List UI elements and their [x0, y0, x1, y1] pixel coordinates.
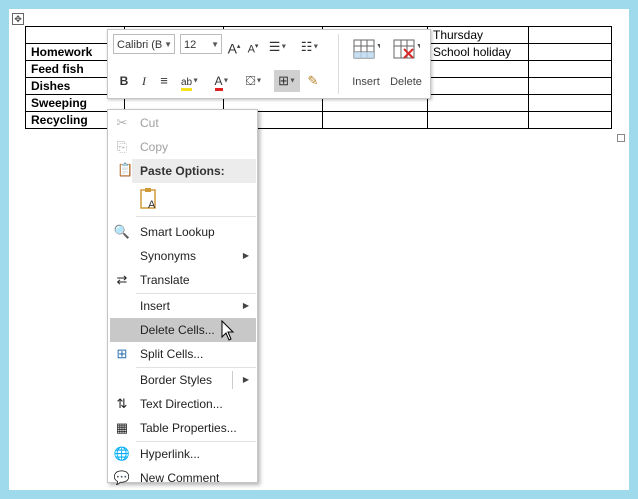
translate-icon: ⇄ [116, 272, 128, 287]
italic-icon[interactable]: I [136, 70, 152, 92]
menu-item-label: Split Cells... [140, 347, 204, 361]
svg-text:▼: ▼ [416, 43, 420, 50]
paste-options-header: Paste Options: [132, 159, 256, 183]
table-cell[interactable] [528, 111, 612, 129]
menu-item-border-styles[interactable]: Border Styles ▶ [108, 368, 257, 392]
menu-item-new-comment[interactable]: 💬 New Comment [108, 466, 257, 490]
bullets-icon[interactable]: ☰▼ [264, 36, 292, 58]
svg-text:▼: ▼ [376, 43, 380, 50]
menu-item-synonyms[interactable]: Synonyms ▶ [108, 244, 257, 268]
menu-item-label: Insert [140, 299, 171, 313]
menu-item-label: Paste Options: [140, 164, 225, 178]
submenu-arrow-icon: ▶ [242, 251, 249, 260]
menu-item-label: Copy [140, 140, 169, 154]
chevron-down-icon: ▼ [164, 40, 172, 49]
table-cell[interactable] [528, 43, 612, 61]
menu-item-insert[interactable]: Insert ▶ [108, 294, 257, 318]
copy-icon: ⎘ [116, 139, 128, 154]
menu-item-split-cells[interactable]: ⊞ Split Cells... [108, 342, 257, 366]
mouse-pointer-icon [221, 320, 235, 341]
menu-item-label: Table Properties... [140, 421, 237, 435]
menu-item-translate[interactable]: ⇄ Translate [108, 268, 257, 292]
shrink-font-icon[interactable]: A▾ [246, 36, 260, 58]
menu-item-label: Smart Lookup [140, 225, 215, 239]
toolbar-divider [338, 34, 339, 94]
mini-toolbar: Calibri (B ▼ 12 ▼ A▴ A▾ ☰▼ ☷▼ B I ≡ ab▼ … [107, 29, 431, 99]
clipboard-icon: 📋 [117, 162, 134, 177]
menu-item-label: Delete Cells... [140, 323, 215, 337]
menu-item-label: Hyperlink... [140, 447, 201, 461]
text-direction-icon: ⇅ [116, 396, 128, 411]
menu-item-label: New Comment [140, 471, 220, 485]
paste-keep-text-only-icon[interactable]: A [139, 187, 159, 211]
table-cell[interactable] [427, 111, 529, 129]
table-properties-icon: ▦ [115, 420, 129, 435]
table-cell[interactable] [528, 94, 612, 112]
menu-item-label: Synonyms [140, 249, 197, 263]
insert-table-icon: ▼ [353, 39, 383, 59]
menu-item-label: Translate [140, 273, 190, 287]
menu-item-smart-lookup[interactable]: 🔍 Smart Lookup [108, 220, 257, 244]
scissors-icon: ✂ [116, 115, 128, 130]
borders-icon[interactable]: ⊞▼ [274, 70, 300, 92]
table-cell[interactable] [427, 77, 529, 95]
bold-icon[interactable]: B [116, 70, 132, 92]
delete-button[interactable]: ▼ Delete [384, 36, 428, 94]
menu-item-copy[interactable]: ⎘ Copy [108, 135, 257, 159]
insert-button[interactable]: ▼ Insert [344, 36, 388, 94]
split-cells-icon: ⊞ [116, 346, 128, 361]
numbering-icon[interactable]: ☷▼ [296, 36, 324, 58]
font-size-value: 12 [184, 39, 197, 51]
highlight-color-icon[interactable]: ab▼ [176, 70, 204, 92]
insert-label: Insert [352, 76, 380, 88]
center-align-icon[interactable]: ≡ [156, 70, 172, 92]
table-cell[interactable] [322, 111, 428, 129]
font-color-icon[interactable]: A▼ [208, 70, 236, 92]
submenu-arrow-icon: ▶ [242, 375, 249, 384]
table-cell[interactable] [528, 26, 612, 44]
delete-label: Delete [390, 76, 422, 88]
menu-item-cut[interactable]: ✂ Cut [108, 111, 257, 135]
table-cell[interactable] [427, 60, 529, 78]
table-cell[interactable] [528, 77, 612, 95]
menu-item-label: Cut [140, 116, 159, 130]
hyperlink-icon: 🌐 [113, 446, 131, 461]
svg-text:A: A [148, 199, 156, 211]
grow-font-icon[interactable]: A▴ [226, 36, 242, 58]
table-move-handle-icon[interactable]: ✥ [12, 13, 24, 25]
table-cell[interactable] [528, 60, 612, 78]
table-cell[interactable]: School holiday [427, 43, 529, 61]
font-size-box[interactable]: 12 ▼ [180, 34, 222, 54]
delete-table-icon: ▼ [393, 39, 423, 59]
context-menu: ✂ Cut ⎘ Copy Paste Options: 📋 A 🔍 Smart … [107, 109, 258, 485]
menu-item-table-properties[interactable]: ▦ Table Properties... [108, 416, 257, 440]
table-cell[interactable] [427, 94, 529, 112]
menu-item-label: Border Styles [140, 373, 213, 387]
menu-separator [136, 216, 256, 217]
chevron-down-icon: ▼ [211, 40, 219, 49]
table-cell[interactable]: Thursday [427, 26, 529, 44]
font-name-value: Calibri (B [117, 39, 163, 51]
menu-item-text-direction[interactable]: ⇅ Text Direction... [108, 392, 257, 416]
menu-item-label: Text Direction... [140, 397, 223, 411]
menu-item-hyperlink[interactable]: 🌐 Hyperlink... [108, 442, 257, 466]
shading-icon[interactable]: ⛋▼ [240, 70, 268, 92]
smart-lookup-icon: 🔍 [113, 224, 131, 239]
split-button-divider [232, 371, 233, 389]
document-page: ✥ Thursday Homework School holiday Feed … [9, 9, 629, 490]
submenu-arrow-icon: ▶ [242, 301, 249, 310]
format-painter-icon[interactable]: ✎ [304, 70, 322, 92]
new-comment-icon: 💬 [113, 470, 131, 485]
font-name-box[interactable]: Calibri (B ▼ [113, 34, 175, 54]
table-resize-handle[interactable] [617, 134, 625, 142]
